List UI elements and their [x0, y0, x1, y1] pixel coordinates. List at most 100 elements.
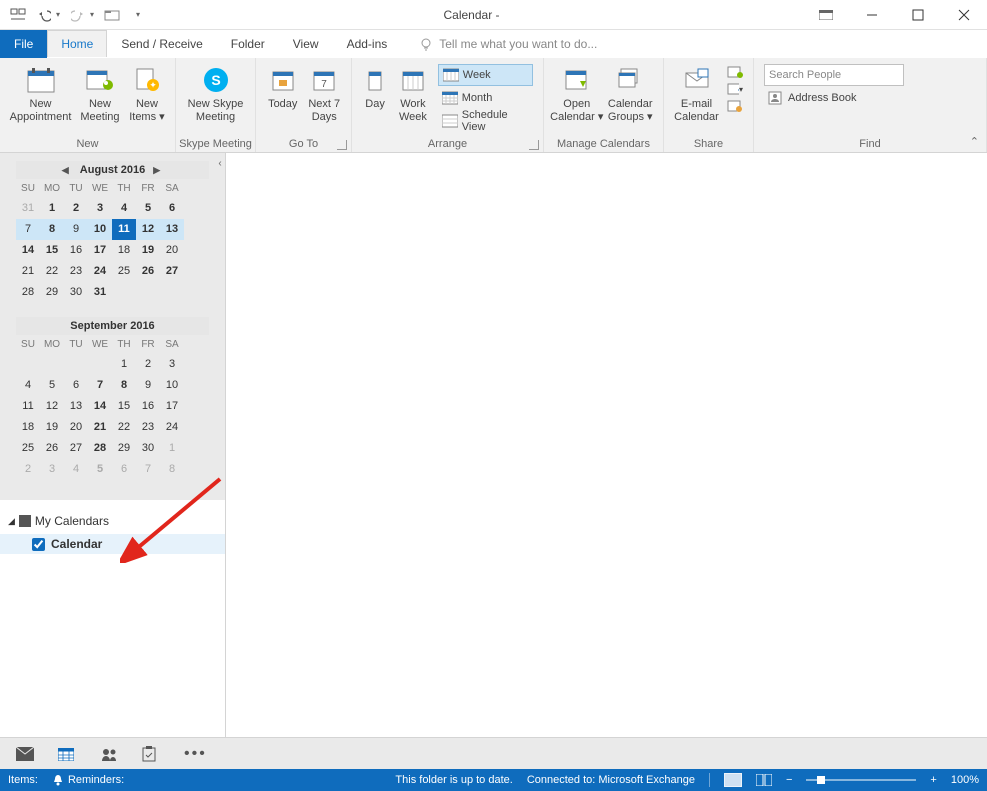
date-cell[interactable]: 3 [88, 198, 112, 219]
new-meeting-button[interactable]: New Meeting [75, 62, 125, 124]
date-cell[interactable]: 20 [160, 240, 184, 261]
view-normal-icon[interactable] [724, 773, 742, 787]
close-button[interactable] [941, 0, 987, 30]
date-cell[interactable]: 24 [88, 261, 112, 282]
new-appointment-button[interactable]: New Appointment [6, 62, 75, 124]
date-cell[interactable]: 24 [160, 417, 184, 438]
date-cell[interactable]: 22 [40, 261, 64, 282]
date-cell[interactable]: 21 [16, 261, 40, 282]
date-cell[interactable]: 30 [64, 282, 88, 303]
collapse-ribbon-icon[interactable]: ⌃ [970, 135, 979, 148]
zoom-slider[interactable] [806, 779, 916, 781]
date-cell[interactable]: 4 [64, 459, 88, 480]
month-view-button[interactable]: Month [438, 87, 533, 109]
date-cell[interactable]: 4 [16, 375, 40, 396]
date-cell[interactable]: 5 [136, 198, 160, 219]
dialog-launcher-icon[interactable] [529, 140, 539, 150]
tab-file[interactable]: File [0, 30, 47, 58]
date-cell[interactable]: 8 [160, 459, 184, 480]
date-cell[interactable]: 12 [40, 396, 64, 417]
ribbon-display-options-icon[interactable] [803, 0, 849, 30]
date-cell[interactable]: 10 [88, 219, 112, 240]
week-view-button[interactable]: Week [438, 64, 533, 86]
date-cell[interactable]: 18 [112, 240, 136, 261]
calendar-permissions-icon[interactable] [727, 98, 743, 114]
date-cell[interactable]: 17 [88, 240, 112, 261]
date-cell[interactable]: 8 [112, 375, 136, 396]
date-cell[interactable]: 1 [40, 198, 64, 219]
undo-icon[interactable] [36, 7, 52, 23]
date-cell[interactable]: 22 [112, 417, 136, 438]
date-cell[interactable]: 19 [40, 417, 64, 438]
nav-more-icon[interactable]: ••• [184, 745, 204, 763]
search-people-input[interactable]: Search People [764, 64, 904, 86]
date-cell[interactable]: 7 [136, 459, 160, 480]
date-cell[interactable]: 7 [88, 375, 112, 396]
date-cell[interactable]: 11 [112, 219, 136, 240]
date-cell[interactable]: 9 [64, 219, 88, 240]
date-cell[interactable]: 10 [160, 375, 184, 396]
nav-tasks-icon[interactable] [142, 746, 162, 762]
tell-me-search[interactable]: Tell me what you want to do... [419, 37, 597, 51]
redo-icon[interactable] [70, 7, 86, 23]
date-cell[interactable]: 12 [136, 219, 160, 240]
date-cell[interactable]: 2 [136, 354, 160, 375]
share-calendar-icon[interactable] [727, 64, 743, 80]
undo-dropdown-icon[interactable]: ▾ [56, 10, 60, 19]
redo-dropdown-icon[interactable]: ▾ [90, 10, 94, 19]
next-month-icon[interactable]: ▶ [153, 165, 163, 176]
maximize-button[interactable] [895, 0, 941, 30]
date-cell[interactable]: 1 [160, 438, 184, 459]
date-cell[interactable]: 15 [112, 396, 136, 417]
schedule-view-button[interactable]: Schedule View [438, 110, 533, 132]
dialog-launcher-icon[interactable] [337, 140, 347, 150]
tab-send-receive[interactable]: Send / Receive [107, 30, 216, 58]
view-reading-icon[interactable] [756, 774, 772, 786]
date-cell[interactable]: 20 [64, 417, 88, 438]
date-cell[interactable]: 9 [136, 375, 160, 396]
date-cell[interactable]: 18 [16, 417, 40, 438]
date-cell[interactable]: 13 [64, 396, 88, 417]
tab-home[interactable]: Home [47, 30, 107, 58]
date-cell[interactable]: 26 [40, 438, 64, 459]
date-cell[interactable]: 25 [16, 438, 40, 459]
date-cell[interactable]: 6 [112, 459, 136, 480]
date-cell[interactable]: 2 [64, 198, 88, 219]
new-skype-meeting-button[interactable]: S New Skype Meeting [182, 62, 249, 124]
new-items-button[interactable]: ✦ New Items ▾ [125, 62, 169, 124]
date-cell[interactable]: 5 [88, 459, 112, 480]
calendar-item[interactable]: Calendar [0, 534, 225, 554]
date-cell[interactable]: 1 [112, 354, 136, 375]
date-cell[interactable]: 16 [64, 240, 88, 261]
tab-view[interactable]: View [279, 30, 333, 58]
date-cell[interactable]: 31 [16, 198, 40, 219]
date-cell[interactable]: 13 [160, 219, 184, 240]
collapse-pane-icon[interactable]: ‹ [213, 155, 227, 171]
date-cell[interactable]: 15 [40, 240, 64, 261]
date-cell[interactable]: 2 [16, 459, 40, 480]
next-7-days-button[interactable]: 7 Next 7 Days [304, 62, 346, 124]
date-cell[interactable]: 14 [16, 240, 40, 261]
date-cell[interactable]: 28 [16, 282, 40, 303]
calendar-group-header[interactable]: ◢ My Calendars [8, 514, 217, 528]
qat-folder-icon[interactable] [104, 7, 120, 23]
date-cell[interactable]: 21 [88, 417, 112, 438]
nav-people-icon[interactable] [100, 747, 120, 761]
date-cell[interactable]: 19 [136, 240, 160, 261]
date-cell[interactable]: 16 [136, 396, 160, 417]
publish-online-icon[interactable]: ▾ [727, 81, 743, 97]
zoom-in-button[interactable]: + [930, 774, 936, 786]
date-cell[interactable]: 23 [136, 417, 160, 438]
email-calendar-button[interactable]: E-mail Calendar [670, 62, 723, 124]
date-cell[interactable]: 3 [160, 354, 184, 375]
date-cell[interactable]: 3 [40, 459, 64, 480]
nav-calendar-icon[interactable] [58, 747, 78, 761]
date-cell[interactable]: 29 [112, 438, 136, 459]
select-all-icon[interactable] [19, 515, 31, 527]
status-reminders[interactable]: Reminders: [52, 774, 124, 786]
date-cell[interactable]: 27 [160, 261, 184, 282]
date-cell[interactable]: 23 [64, 261, 88, 282]
minimize-button[interactable] [849, 0, 895, 30]
tab-addins[interactable]: Add-ins [333, 30, 402, 58]
prev-month-icon[interactable]: ◀ [62, 165, 72, 176]
